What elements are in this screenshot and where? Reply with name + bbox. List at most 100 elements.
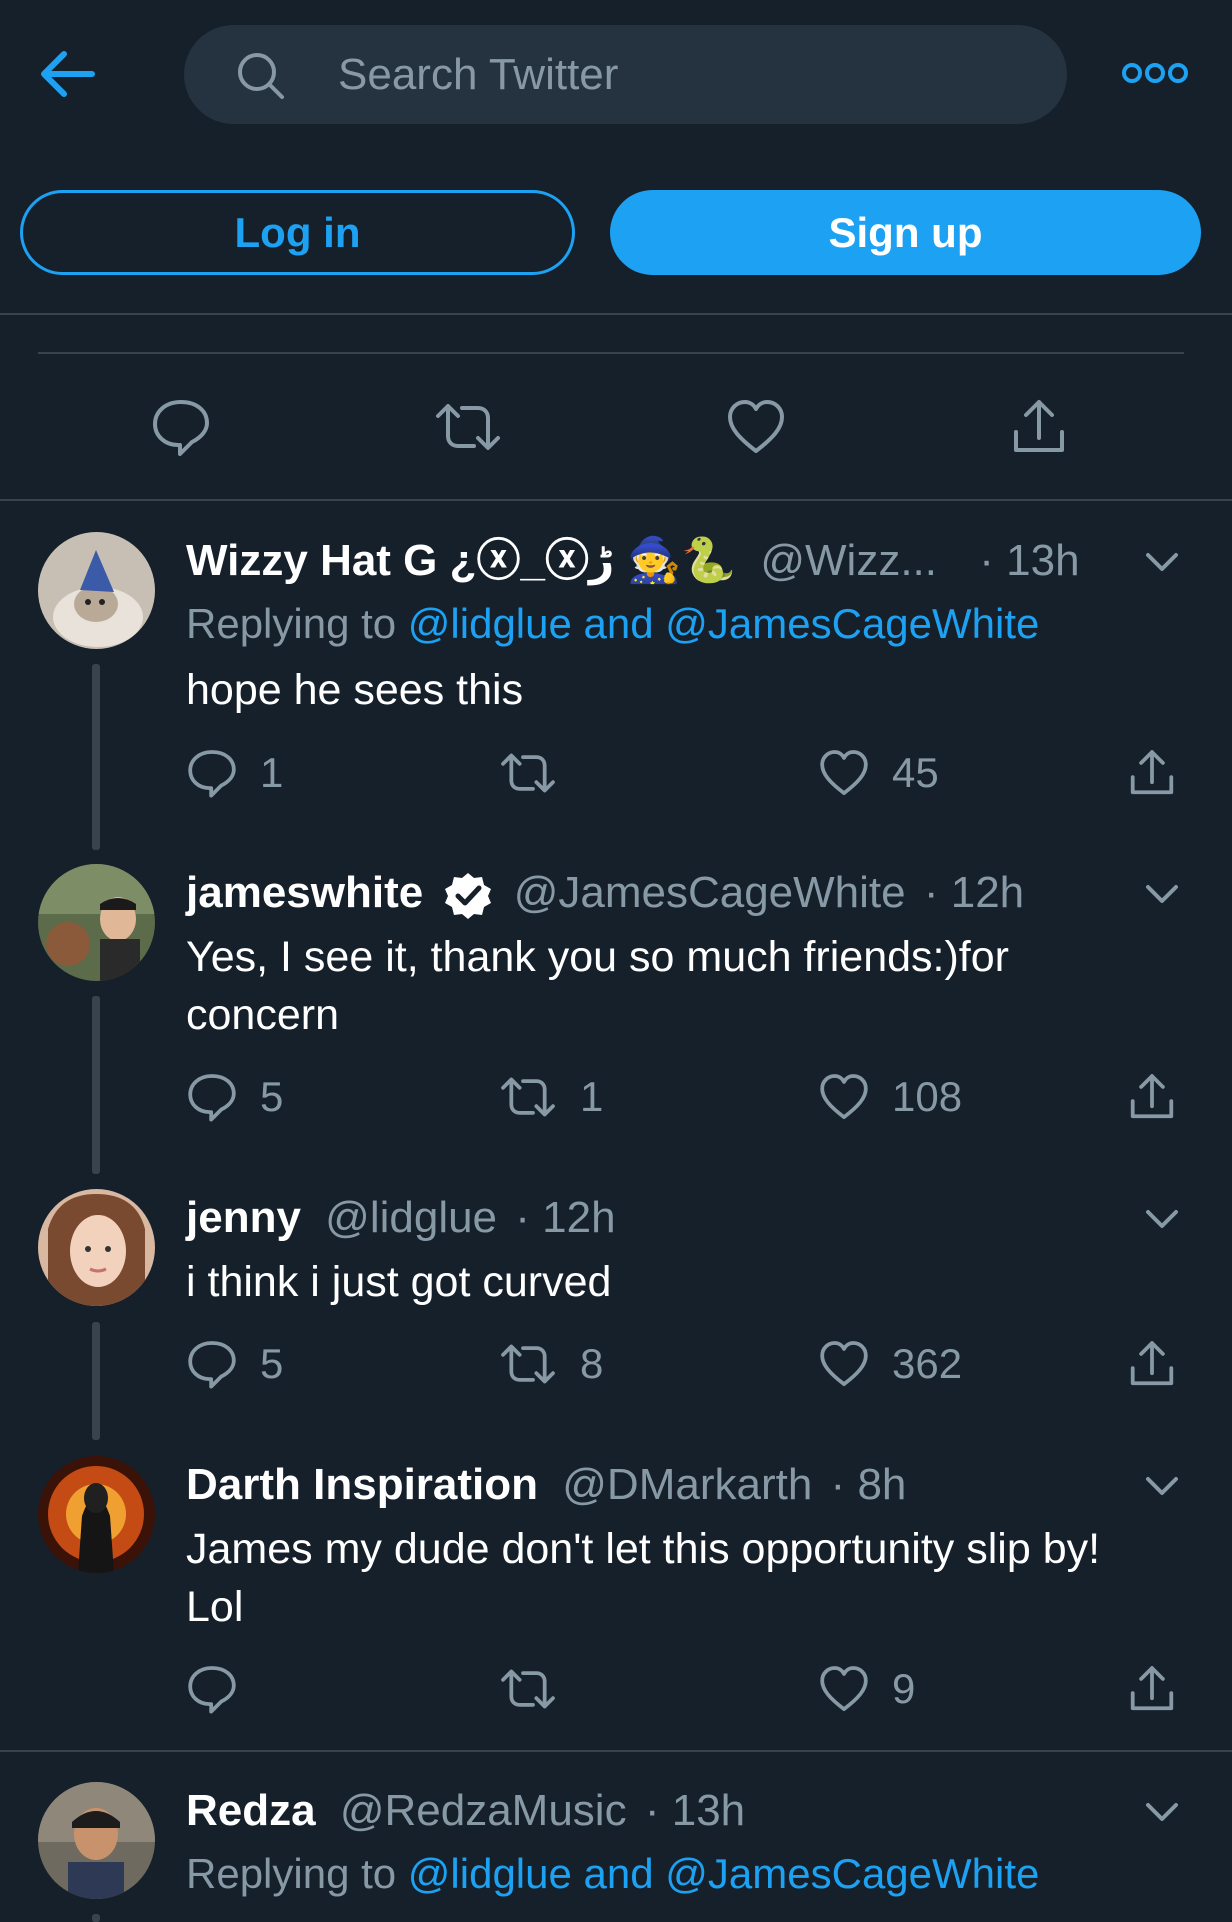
search-placeholder: Search Twitter — [338, 50, 619, 99]
reply-action[interactable]: 5 — [186, 1338, 283, 1390]
share-icon[interactable] — [1126, 1071, 1178, 1123]
share-action[interactable] — [1126, 1663, 1178, 1715]
like-count: 108 — [892, 1073, 963, 1120]
share-icon[interactable] — [1008, 396, 1070, 458]
timestamp[interactable]: 12h — [951, 868, 1024, 917]
chevron-down-icon[interactable] — [1144, 1207, 1180, 1231]
like-action[interactable]: 108 — [818, 1071, 962, 1123]
main-tweet-actions — [0, 380, 1232, 470]
avatar[interactable] — [38, 1189, 155, 1306]
retweet-count: 8 — [580, 1340, 604, 1387]
handle[interactable]: @Wizz... — [760, 536, 937, 585]
tweet-header: jameswhite @JamesCageWhite · 12h — [186, 866, 1024, 920]
handle[interactable]: @JamesCageWhite — [514, 868, 906, 917]
retweet-icon[interactable] — [498, 747, 558, 799]
retweet-action[interactable]: 1 — [498, 1071, 603, 1123]
reply-action[interactable]: 5 — [186, 1071, 283, 1123]
display-name[interactable]: jenny — [186, 1193, 301, 1242]
reply-count: 5 — [260, 1073, 284, 1120]
reply-action[interactable] — [186, 1663, 260, 1715]
like-icon[interactable] — [818, 1338, 870, 1390]
thread-line — [92, 664, 100, 850]
reply-icon[interactable] — [186, 1663, 238, 1715]
share-icon[interactable] — [1126, 1338, 1178, 1390]
thread-line — [92, 1322, 100, 1440]
replying-prefix: Replying to — [186, 600, 408, 647]
handle[interactable]: @RedzaMusic — [340, 1786, 627, 1835]
separator-dot: · — [923, 868, 939, 917]
tweet-actions: 5 1 108 — [186, 1071, 1196, 1131]
chevron-down-icon[interactable] — [1144, 1800, 1180, 1824]
display-name[interactable]: jameswhite — [186, 868, 423, 917]
reply-icon[interactable] — [150, 396, 212, 458]
tweet-actions: 1 45 — [186, 747, 1196, 807]
like-action[interactable]: 45 — [818, 747, 939, 799]
tweet-header: Redza @RedzaMusic · 13h — [186, 1784, 745, 1838]
auth-bar: Log in Sign up — [0, 150, 1232, 314]
avatar[interactable] — [38, 864, 155, 981]
signup-button[interactable]: Sign up — [610, 190, 1201, 275]
share-action[interactable] — [1126, 747, 1178, 799]
reply-icon[interactable] — [186, 747, 238, 799]
display-name[interactable]: Wizzy Hat G ¿ⓧ_ⓧﮌ 🧙🐍 — [186, 536, 736, 585]
share-action[interactable] — [1126, 1071, 1178, 1123]
like-count: 45 — [892, 749, 939, 796]
thread-line — [92, 1914, 100, 1922]
tweet-actions: 5 8 362 — [186, 1338, 1196, 1398]
like-action[interactable]: 362 — [818, 1338, 962, 1390]
tweet-text: James my dude don't let this opportunity… — [186, 1525, 1101, 1631]
share-icon[interactable] — [1126, 1663, 1178, 1715]
tweet-text: Yes, I see it, thank you so much friends… — [186, 933, 1009, 1039]
display-name[interactable]: Redza — [186, 1786, 316, 1835]
like-action[interactable]: 9 — [818, 1663, 915, 1715]
tweet-text: i think i just got curved — [186, 1258, 612, 1306]
timestamp[interactable]: 13h — [1006, 536, 1079, 585]
divider — [0, 313, 1232, 315]
display-name[interactable]: Darth Inspiration — [186, 1460, 538, 1509]
chevron-down-icon[interactable] — [1144, 882, 1180, 906]
avatar[interactable] — [38, 532, 155, 649]
tweet-text: hope he sees this — [186, 666, 524, 714]
reply-icon[interactable] — [186, 1071, 238, 1123]
reply-count: 1 — [260, 749, 284, 796]
share-action[interactable] — [1126, 1338, 1178, 1390]
reply-icon[interactable] — [186, 1338, 238, 1390]
retweet-icon[interactable] — [498, 1338, 558, 1390]
chevron-down-icon[interactable] — [1144, 550, 1180, 574]
retweet-action[interactable] — [498, 1663, 580, 1715]
like-icon[interactable] — [818, 1071, 870, 1123]
search-input[interactable]: Search Twitter — [184, 25, 1067, 124]
tweet-header: Wizzy Hat G ¿ⓧ_ⓧﮌ 🧙🐍 @Wizz... · 13h — [186, 534, 1080, 588]
like-icon[interactable] — [725, 396, 787, 458]
retweet-action[interactable]: 8 — [498, 1338, 603, 1390]
like-count: 9 — [892, 1665, 916, 1712]
reply-action[interactable]: 1 — [186, 747, 283, 799]
replying-mentions[interactable]: @lidglue and @JamesCageWhite — [408, 600, 1040, 647]
share-icon[interactable] — [1126, 747, 1178, 799]
retweet-action[interactable] — [498, 747, 580, 799]
avatar[interactable] — [38, 1456, 155, 1573]
avatar[interactable] — [38, 1782, 155, 1899]
retweet-icon[interactable] — [498, 1071, 558, 1123]
timestamp[interactable]: 13h — [672, 1786, 745, 1835]
like-icon[interactable] — [818, 1663, 870, 1715]
divider — [0, 499, 1232, 501]
retweet-icon[interactable] — [432, 396, 504, 458]
separator-dot: · — [644, 1786, 660, 1835]
divider — [0, 1750, 1232, 1752]
handle[interactable]: @lidglue — [325, 1193, 497, 1242]
retweet-count: 1 — [580, 1073, 604, 1120]
timestamp[interactable]: 8h — [857, 1460, 906, 1509]
reply-count: 5 — [260, 1340, 284, 1387]
login-button[interactable]: Log in — [20, 190, 575, 275]
more-options-icon[interactable] — [1120, 55, 1190, 91]
like-icon[interactable] — [818, 747, 870, 799]
handle[interactable]: @DMarkarth — [562, 1460, 812, 1509]
chevron-down-icon[interactable] — [1144, 1474, 1180, 1498]
verified-badge-icon — [445, 873, 492, 920]
retweet-icon[interactable] — [498, 1663, 558, 1715]
replying-mentions[interactable]: @lidglue and @JamesCageWhite — [408, 1850, 1040, 1897]
back-arrow-icon[interactable] — [38, 46, 98, 102]
tweet-header: jenny @lidglue · 12h — [186, 1191, 616, 1245]
timestamp[interactable]: 12h — [542, 1193, 615, 1242]
